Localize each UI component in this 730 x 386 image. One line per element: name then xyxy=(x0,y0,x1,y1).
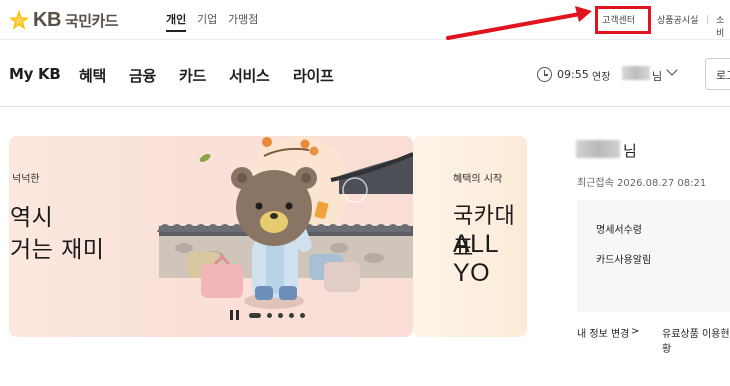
banner2-kicker: 혜택의 시작 xyxy=(453,174,503,185)
product-disclosure-link[interactable]: 상품공시실 xyxy=(657,13,698,26)
nav-life[interactable]: 라이프 xyxy=(293,65,334,86)
logo-kb-text: KB xyxy=(33,8,61,31)
nav-my-kb[interactable]: My KB xyxy=(9,65,61,83)
quick-statement-receipt[interactable]: 명세서수령 xyxy=(596,221,642,236)
consumer-link[interactable]: 소비 xyxy=(716,13,730,39)
pager-dot-active[interactable] xyxy=(249,312,261,318)
edit-my-info-link[interactable]: 내 정보 변경 xyxy=(577,325,629,340)
last-login-time: 최근접속 2026.08.27 08:21 xyxy=(577,178,707,189)
pager-dot[interactable] xyxy=(278,312,283,318)
chevron-right-icon: > xyxy=(631,326,640,337)
promo-banner-2[interactable]: 혜택의 시작 국카대표 ALL YO xyxy=(413,136,527,337)
pager-dot[interactable] xyxy=(267,312,272,318)
pause-icon[interactable] xyxy=(230,310,240,320)
nav-service[interactable]: 서비스 xyxy=(229,65,270,86)
username-suffix: 님 xyxy=(652,70,663,83)
banner1-kicker: 넉넉한 xyxy=(12,174,40,185)
pager-dot[interactable] xyxy=(289,312,294,318)
main-navigation: My KB 혜택 금융 카드 서비스 라이프 09:55 연장 님 로그 xyxy=(0,41,730,107)
logout-button[interactable]: 로그 xyxy=(705,58,730,90)
extend-session-button[interactable]: 연장 xyxy=(592,68,610,83)
kb-star-icon xyxy=(9,10,29,30)
banner1-title-line2: 거는 재미 xyxy=(10,237,105,263)
nav-benefits[interactable]: 혜택 xyxy=(79,65,106,86)
blurred-profile-name xyxy=(576,140,620,158)
segment-personal[interactable]: 개인 xyxy=(166,11,186,27)
segment-active-underline xyxy=(166,30,186,32)
segment-corporate[interactable]: 기업 xyxy=(197,11,217,27)
chevron-down-icon[interactable] xyxy=(666,64,678,76)
nav-card[interactable]: 카드 xyxy=(179,65,206,86)
logo-brand-name: 국민카드 xyxy=(64,11,119,30)
blurred-username xyxy=(622,66,650,80)
segment-merchant[interactable]: 가맹점 xyxy=(228,11,258,27)
banner2-title-line2: ALL YO xyxy=(453,230,499,287)
pager-dot[interactable] xyxy=(300,312,305,318)
kb-logo[interactable]: KB 국민카드 xyxy=(8,8,119,31)
nav-finance[interactable]: 금융 xyxy=(129,65,156,86)
red-highlight-box xyxy=(595,6,651,34)
quick-card-usage-alert[interactable]: 카드사용알림 xyxy=(596,251,651,266)
banner1-title-line1: 역시 xyxy=(10,205,54,231)
profile-name-suffix: 님 xyxy=(623,142,637,160)
utility-separator xyxy=(707,15,708,24)
session-timer: 09:55 xyxy=(557,68,589,81)
paid-product-usage-link[interactable]: 유료상품 이용현황 xyxy=(662,325,730,355)
banner-pager xyxy=(230,310,311,320)
clock-icon xyxy=(537,67,552,82)
promo-banner-1[interactable]: 넉넉한 역시 거는 재미 xyxy=(9,136,413,337)
